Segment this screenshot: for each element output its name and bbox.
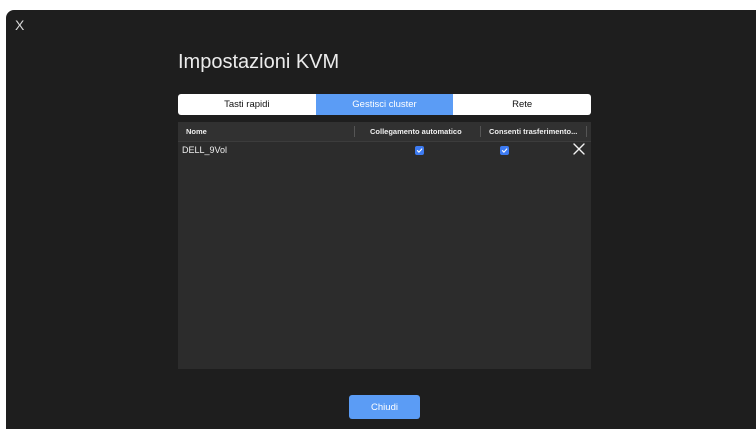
column-header-auto-connect[interactable]: Collegamento automatico — [370, 122, 462, 141]
tab-hotkeys[interactable]: Tasti rapidi — [178, 94, 316, 115]
column-header-name[interactable]: Nome — [186, 122, 207, 141]
checkmark-icon — [416, 148, 423, 153]
tab-bar: Tasti rapidi Gestisci cluster Rete — [178, 94, 591, 115]
tab-manage-cluster[interactable]: Gestisci cluster — [315, 94, 454, 115]
page-title: Impostazioni KVM — [178, 51, 340, 73]
column-header-allow-transfer[interactable]: Consenti trasferimento... — [489, 122, 577, 141]
tab-network[interactable]: Rete — [453, 94, 591, 115]
column-separator[interactable] — [354, 126, 355, 137]
checkmark-icon — [501, 148, 508, 153]
close-button[interactable]: Chiudi — [349, 395, 420, 419]
allow-transfer-checkbox[interactable] — [500, 146, 509, 155]
auto-connect-checkbox[interactable] — [415, 146, 424, 155]
column-separator[interactable] — [586, 126, 587, 137]
kvm-settings-window: X Impostazioni KVM Tasti rapidi Gestisci… — [6, 10, 756, 429]
cluster-name: DELL_9Vol — [182, 145, 228, 155]
table-header: Nome Collegamento automatico Consenti tr… — [178, 122, 591, 142]
remove-cluster-button[interactable] — [572, 142, 586, 156]
table-row[interactable]: DELL_9Vol — [178, 142, 591, 160]
window-close-button[interactable]: X — [15, 17, 24, 33]
remove-icon — [573, 143, 585, 155]
cluster-table: Nome Collegamento automatico Consenti tr… — [178, 122, 591, 369]
column-separator[interactable] — [480, 126, 481, 137]
